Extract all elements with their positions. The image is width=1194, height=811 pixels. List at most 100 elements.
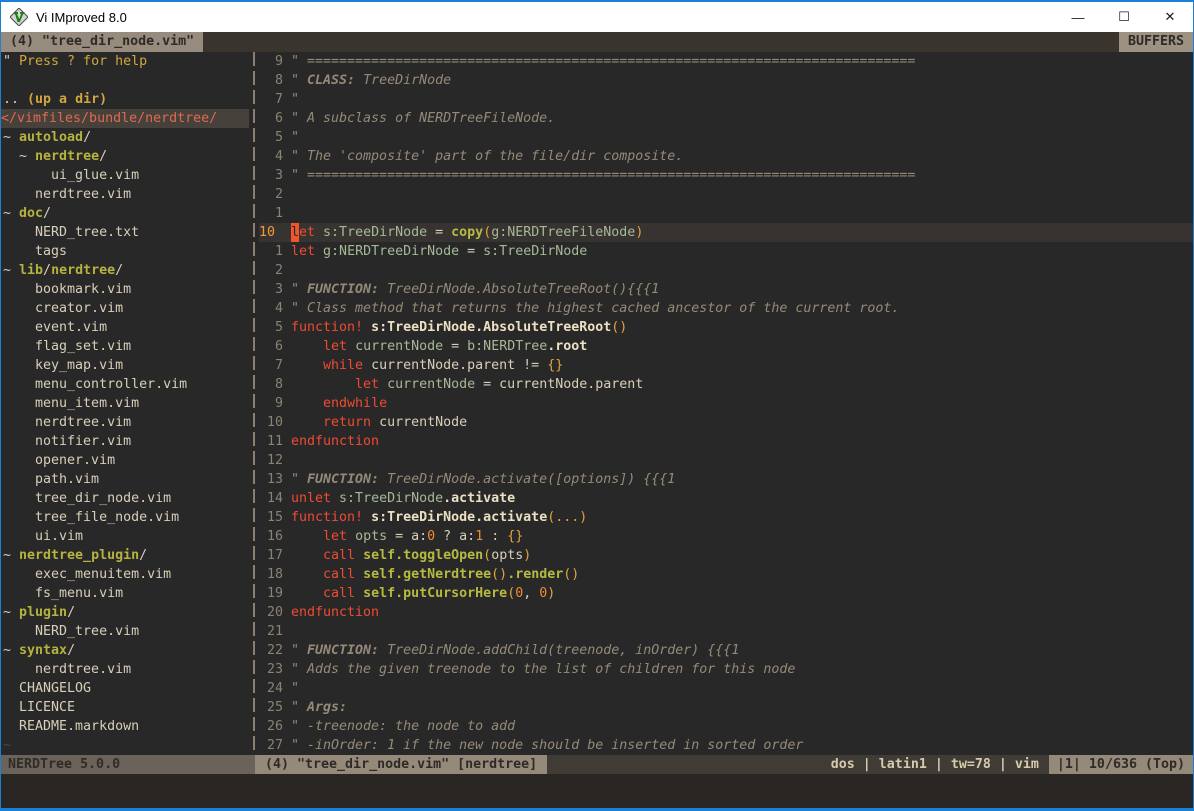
nerdtree-item[interactable]: menu_controller.vim: [1, 375, 249, 394]
nerdtree-item[interactable]: .. (up a dir): [1, 90, 249, 109]
nerdtree-item[interactable]: nerdtree.vim: [1, 185, 249, 204]
nerdtree-item[interactable]: CHANGELOG: [1, 679, 249, 698]
code-line[interactable]: 19 call self.putCursorHere(0, 0): [259, 584, 1193, 603]
code-line[interactable]: 10 return currentNode: [259, 413, 1193, 432]
code-line[interactable]: 15function! s:TreeDirNode.activate(...): [259, 508, 1193, 527]
nerdtree-item[interactable]: NERD_tree.vim: [1, 622, 249, 641]
tab-line-fill: [203, 32, 1119, 52]
code-token: nerdtree_plugin: [19, 548, 139, 563]
nerdtree-pane: " Press ? for help .. (up a dir)</vimfile…: [1, 52, 249, 755]
code-line[interactable]: 13" FUNCTION: TreeDirNode.activate([opti…: [259, 470, 1193, 489]
line-number: 13: [259, 470, 283, 489]
nerdtree-root-item[interactable]: </vimfiles/bundle/nerdtree/: [1, 109, 249, 128]
code-line[interactable]: 14unlet s:TreeDirNode.activate: [259, 489, 1193, 508]
nerdtree-item[interactable]: key_map.vim: [1, 356, 249, 375]
nerdtree-item[interactable]: path.vim: [1, 470, 249, 489]
nerdtree-item[interactable]: ~ nerdtree_plugin/: [1, 546, 249, 565]
code-line[interactable]: 22" FUNCTION: TreeDirNode.addChild(treen…: [259, 641, 1193, 660]
code-line[interactable]: 24": [259, 679, 1193, 698]
tab-tree-dir-node[interactable]: (4) "tree_dir_node.vim": [1, 32, 203, 52]
code-line[interactable]: 25" Args:: [259, 698, 1193, 717]
window-split-handle[interactable]: [249, 52, 259, 755]
code-line[interactable]: 17 call self.toggleOpen(opts): [259, 546, 1193, 565]
code-token: currentNode: [355, 337, 443, 356]
code-token: fs_menu.vim: [3, 586, 123, 601]
code-line[interactable]: 7": [259, 90, 1193, 109]
maximize-icon[interactable]: ☐: [1101, 2, 1147, 32]
close-icon[interactable]: ✕: [1147, 2, 1193, 32]
code-token: (...): [547, 508, 587, 527]
code-line[interactable]: 3" =====================================…: [259, 166, 1193, 185]
code-line[interactable]: 8" CLASS: TreeDirNode: [259, 71, 1193, 90]
code-line[interactable]: 2: [259, 185, 1193, 204]
nerdtree-item[interactable]: fs_menu.vim: [1, 584, 249, 603]
code-line[interactable]: 2: [259, 261, 1193, 280]
nerdtree-item[interactable]: flag_set.vim: [1, 337, 249, 356]
nerdtree-item[interactable]: " Press ? for help: [1, 52, 249, 71]
code-line[interactable]: 5function! s:TreeDirNode.AbsoluteTreeRoo…: [259, 318, 1193, 337]
minimize-icon[interactable]: —: [1055, 2, 1101, 32]
line-number: 24: [259, 679, 283, 698]
nerdtree-item[interactable]: menu_item.vim: [1, 394, 249, 413]
code-line[interactable]: 7 while currentNode.parent != {}: [259, 356, 1193, 375]
nerdtree-item[interactable]: ~ doc/: [1, 204, 249, 223]
command-line[interactable]: [1, 774, 1193, 808]
code-line[interactable]: 12: [259, 451, 1193, 470]
code-token: flag_set.vim: [3, 339, 131, 354]
line-number: 21: [259, 622, 283, 641]
code-line[interactable]: 8 let currentNode = currentNode.parent: [259, 375, 1193, 394]
code-token: tree_dir_node.vim: [3, 491, 171, 506]
code-line[interactable]: 6" A subclass of NERDTreeFileNode.: [259, 109, 1193, 128]
nerdtree-item[interactable]: NERD_tree.txt: [1, 223, 249, 242]
code-line[interactable]: 1: [259, 204, 1193, 223]
code-line[interactable]: 6 let currentNode = b:NERDTree.root: [259, 337, 1193, 356]
nerdtree-item[interactable]: tree_file_node.vim: [1, 508, 249, 527]
code-line-current[interactable]: 10let s:TreeDirNode = copy(g:NERDTreeFil…: [259, 223, 1193, 242]
nerdtree-item[interactable]: ui_glue.vim: [1, 166, 249, 185]
window-title: Vi IMproved 8.0: [36, 10, 127, 25]
nerdtree-item[interactable]: ui.vim: [1, 527, 249, 546]
line-number: 14: [259, 489, 283, 508]
code-line[interactable]: 4" Class method that returns the highest…: [259, 299, 1193, 318]
code-line[interactable]: 5": [259, 128, 1193, 147]
code-line[interactable]: 9 endwhile: [259, 394, 1193, 413]
nerdtree-item[interactable]: tree_dir_node.vim: [1, 489, 249, 508]
nerdtree-item[interactable]: ~ lib/nerdtree/: [1, 261, 249, 280]
code-line[interactable]: 4" The 'composite' part of the file/dir …: [259, 147, 1193, 166]
nerdtree-item[interactable]: ~ autoload/: [1, 128, 249, 147]
code-token: /: [115, 263, 123, 278]
code-line[interactable]: 3" FUNCTION: TreeDirNode.AbsoluteTreeRoo…: [259, 280, 1193, 299]
code-token: {}: [507, 527, 523, 546]
nerdtree-item[interactable]: exec_menuitem.vim: [1, 565, 249, 584]
nerdtree-item[interactable]: bookmark.vim: [1, 280, 249, 299]
line-number: 10: [259, 413, 283, 432]
code-line[interactable]: 16 let opts = a:0 ? a:1 : {}: [259, 527, 1193, 546]
code-token: ~: [3, 548, 19, 563]
nerdtree-item[interactable]: README.markdown: [1, 717, 249, 736]
nerdtree-item[interactable]: tags: [1, 242, 249, 261]
nerdtree-item[interactable]: ~ syntax/: [1, 641, 249, 660]
line-number: 9: [259, 52, 283, 71]
code-line[interactable]: 18 call self.getNerdtree().render(): [259, 565, 1193, 584]
code-line[interactable]: 26" -treenode: the node to add: [259, 717, 1193, 736]
vim-window: Vi IMproved 8.0 — ☐ ✕ (4) "tree_dir_node…: [0, 0, 1194, 811]
nerdtree-item[interactable]: ~ plugin/: [1, 603, 249, 622]
code-line[interactable]: 20endfunction: [259, 603, 1193, 622]
nerdtree-item[interactable]: LICENCE: [1, 698, 249, 717]
code-line[interactable]: 21: [259, 622, 1193, 641]
code-line[interactable]: 11endfunction: [259, 432, 1193, 451]
code-token: [291, 413, 323, 432]
nerdtree-item[interactable]: notifier.vim: [1, 432, 249, 451]
nerdtree-item[interactable]: opener.vim: [1, 451, 249, 470]
code-line[interactable]: 9" =====================================…: [259, 52, 1193, 71]
nerdtree-item[interactable]: creator.vim: [1, 299, 249, 318]
nerdtree-item[interactable]: event.vim: [1, 318, 249, 337]
nerdtree-item[interactable]: ~: [1, 736, 249, 755]
line-number: 7: [259, 356, 283, 375]
nerdtree-item[interactable]: nerdtree.vim: [1, 413, 249, 432]
code-line[interactable]: 27" -inOrder: 1 if the new node should b…: [259, 736, 1193, 755]
code-line[interactable]: 23" Adds the given treenode to the list …: [259, 660, 1193, 679]
code-line[interactable]: 1let g:NERDTreeDirNode = s:TreeDirNode: [259, 242, 1193, 261]
nerdtree-item[interactable]: ~ nerdtree/: [1, 147, 249, 166]
nerdtree-item[interactable]: nerdtree.vim: [1, 660, 249, 679]
